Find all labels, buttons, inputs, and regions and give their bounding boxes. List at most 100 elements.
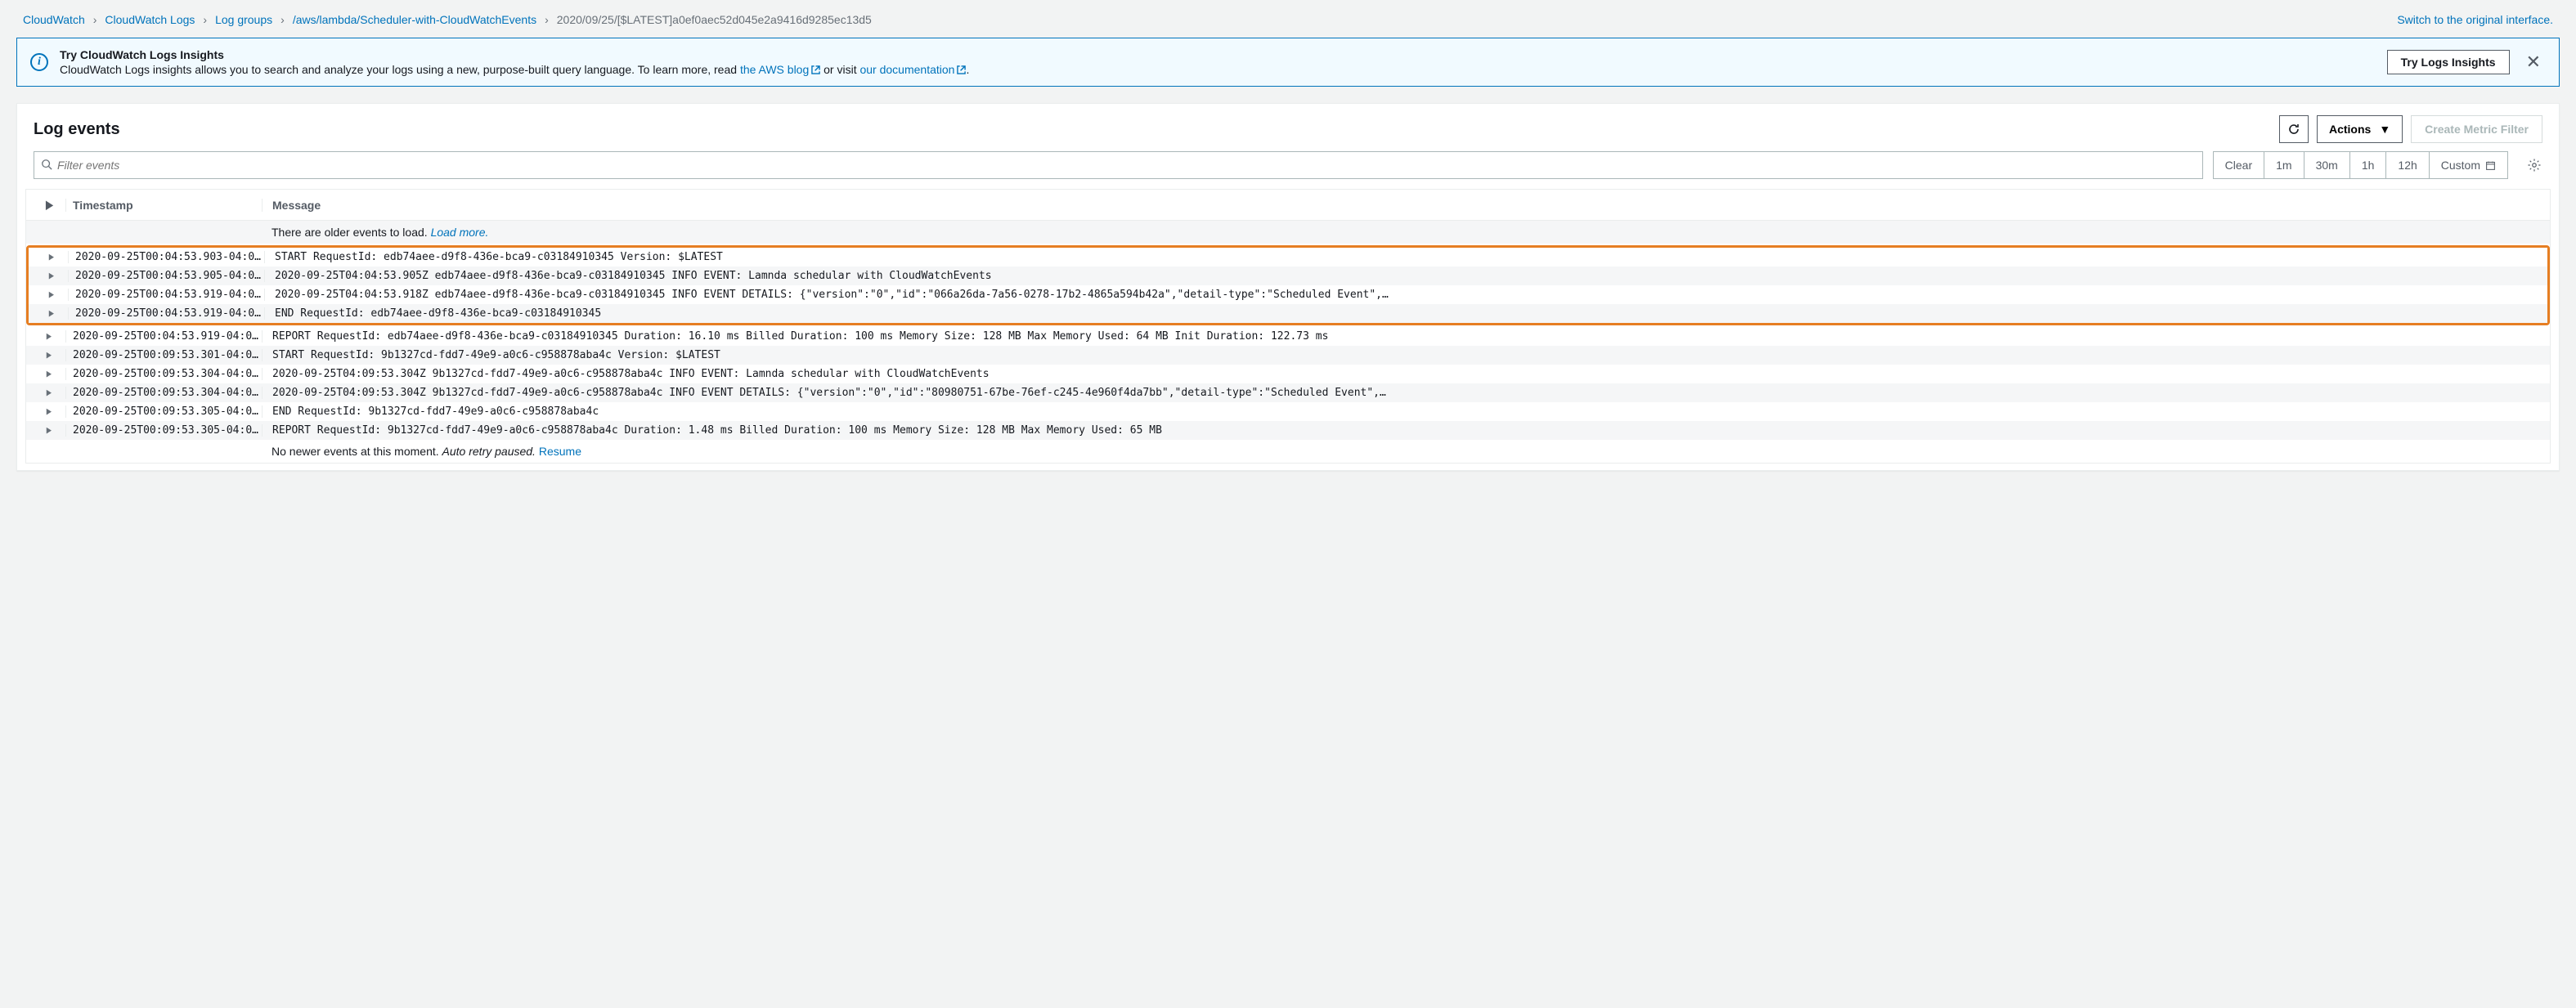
cell-timestamp: 2020-09-25T00:09:53.305-04:0… xyxy=(65,424,262,437)
caret-right-icon: ▶ xyxy=(47,424,52,437)
table-row: ▶ 2020-09-25T00:04:53.919-04:0… END Requ… xyxy=(29,304,2547,323)
expand-row[interactable]: ▶ xyxy=(33,387,65,399)
table-body: There are older events to load. Load mor… xyxy=(26,221,2550,463)
cell-timestamp: 2020-09-25T00:09:53.304-04:0… xyxy=(65,368,262,380)
load-more-link[interactable]: Load more. xyxy=(431,226,489,239)
info-icon: i xyxy=(30,53,48,71)
cell-message: 2020-09-25T04:09:53.304Z 9b1327cd-fdd7-4… xyxy=(262,368,2543,380)
newer-events-row: No newer events at this moment. Auto ret… xyxy=(26,440,2550,463)
expand-row[interactable]: ▶ xyxy=(35,289,68,301)
search-icon xyxy=(41,159,52,172)
log-events-panel: Log events Actions ▼ Create Metric Filte… xyxy=(16,103,2560,471)
close-banner-button[interactable]: ✕ xyxy=(2521,52,2546,73)
banner-text: Try CloudWatch Logs Insights CloudWatch … xyxy=(60,48,2376,76)
cell-timestamp: 2020-09-25T00:04:53.905-04:0… xyxy=(68,270,264,282)
caret-right-icon: ▶ xyxy=(49,289,54,301)
topbar: CloudWatch › CloudWatch Logs › Log group… xyxy=(16,13,2560,26)
actions-dropdown[interactable]: Actions ▼ xyxy=(2317,115,2403,143)
filter-events-input[interactable] xyxy=(52,154,2196,177)
banner-title: Try CloudWatch Logs Insights xyxy=(60,48,2376,61)
cell-message: START RequestId: 9b1327cd-fdd7-49e9-a0c6… xyxy=(262,349,2543,361)
cell-message: REPORT RequestId: 9b1327cd-fdd7-49e9-a0c… xyxy=(262,424,2543,437)
expand-row[interactable]: ▶ xyxy=(35,270,68,282)
table-row: ▶ 2020-09-25T00:04:53.919-04:0… 2020-09-… xyxy=(29,285,2547,304)
expand-row[interactable]: ▶ xyxy=(33,349,65,361)
expand-row[interactable]: ▶ xyxy=(33,368,65,380)
caret-right-icon: ▶ xyxy=(47,387,52,399)
documentation-link[interactable]: our documentation xyxy=(859,63,966,76)
range-custom[interactable]: Custom xyxy=(2430,152,2507,178)
older-events-text: There are older events to load. xyxy=(272,226,431,239)
chevron-down-icon: ▼ xyxy=(2379,123,2390,136)
older-events-row: There are older events to load. Load mor… xyxy=(26,221,2550,244)
chevron-right-icon: › xyxy=(93,13,97,26)
caret-right-icon: ▶ xyxy=(46,198,53,212)
caret-right-icon: ▶ xyxy=(47,405,52,418)
resume-link[interactable]: Resume xyxy=(539,445,581,458)
auto-retry-text: Auto retry paused. xyxy=(442,445,539,458)
breadcrumb-current: 2020/09/25/[$LATEST]a0ef0aec52d045e2a941… xyxy=(557,13,872,26)
table-row: ▶ 2020-09-25T00:09:53.305-04:0… REPORT R… xyxy=(26,421,2550,440)
caret-right-icon: ▶ xyxy=(47,330,52,343)
caret-right-icon: ▶ xyxy=(49,307,54,320)
breadcrumb-cloudwatch[interactable]: CloudWatch xyxy=(23,13,85,26)
table-row: ▶ 2020-09-25T00:09:53.301-04:0… START Re… xyxy=(26,346,2550,365)
cell-timestamp: 2020-09-25T00:09:53.305-04:0… xyxy=(65,405,262,418)
panel-actions: Actions ▼ Create Metric Filter xyxy=(2279,115,2542,143)
cell-message: REPORT RequestId: edb74aee-d9f8-436e-bca… xyxy=(262,330,2543,343)
breadcrumb-cloudwatch-logs[interactable]: CloudWatch Logs xyxy=(105,13,195,26)
panel-header: Log events Actions ▼ Create Metric Filte… xyxy=(17,104,2559,151)
chevron-right-icon: › xyxy=(545,13,549,26)
expand-row[interactable]: ▶ xyxy=(33,424,65,437)
table-header: ▶ Timestamp Message xyxy=(26,190,2550,221)
breadcrumb-log-groups[interactable]: Log groups xyxy=(215,13,272,26)
try-logs-insights-button[interactable]: Try Logs Insights xyxy=(2387,50,2510,74)
cell-timestamp: 2020-09-25T00:04:53.919-04:0… xyxy=(68,289,264,301)
expand-row[interactable]: ▶ xyxy=(35,251,68,263)
range-30m[interactable]: 30m xyxy=(2304,152,2350,178)
breadcrumb-log-group-name[interactable]: /aws/lambda/Scheduler-with-CloudWatchEve… xyxy=(293,13,536,26)
caret-right-icon: ▶ xyxy=(49,251,54,263)
expand-row[interactable]: ▶ xyxy=(33,330,65,343)
cell-message: START RequestId: edb74aee-d9f8-436e-bca9… xyxy=(264,251,2541,263)
clear-button[interactable]: Clear xyxy=(2214,152,2264,178)
cell-message: END RequestId: 9b1327cd-fdd7-49e9-a0c6-c… xyxy=(262,405,2543,418)
range-1m[interactable]: 1m xyxy=(2264,152,2304,178)
range-12h[interactable]: 12h xyxy=(2386,152,2429,178)
external-link-icon xyxy=(957,64,966,73)
table-row: ▶ 2020-09-25T00:09:53.304-04:0… 2020-09-… xyxy=(26,383,2550,402)
cell-message: END RequestId: edb74aee-d9f8-436e-bca9-c… xyxy=(264,307,2541,320)
newer-events-text: No newer events at this moment. xyxy=(272,445,442,458)
expand-row[interactable]: ▶ xyxy=(33,405,65,418)
cell-message: 2020-09-25T04:04:53.918Z edb74aee-d9f8-4… xyxy=(264,289,2541,301)
chevron-right-icon: › xyxy=(203,13,207,26)
gear-icon xyxy=(2527,158,2542,172)
highlighted-rows: ▶ 2020-09-25T00:04:53.903-04:0… START Re… xyxy=(26,245,2550,325)
caret-right-icon: ▶ xyxy=(47,368,52,380)
header-message[interactable]: Message xyxy=(262,199,2543,212)
panel-title: Log events xyxy=(34,120,120,139)
search-row: Clear 1m 30m 1h 12h Custom xyxy=(17,151,2559,189)
cell-timestamp: 2020-09-25T00:09:53.304-04:0… xyxy=(65,387,262,399)
caret-right-icon: ▶ xyxy=(47,349,52,361)
expand-row[interactable]: ▶ xyxy=(35,307,68,320)
switch-interface-link[interactable]: Switch to the original interface. xyxy=(2397,13,2553,26)
range-1h[interactable]: 1h xyxy=(2350,152,2387,178)
refresh-button[interactable] xyxy=(2279,115,2309,143)
breadcrumb: CloudWatch › CloudWatch Logs › Log group… xyxy=(23,13,872,26)
search-box[interactable] xyxy=(34,151,2203,179)
header-timestamp[interactable]: Timestamp xyxy=(65,199,262,212)
actions-label: Actions xyxy=(2329,123,2371,136)
expand-all-toggle[interactable]: ▶ xyxy=(33,198,65,212)
cell-timestamp: 2020-09-25T00:04:53.919-04:0… xyxy=(65,330,262,343)
banner-subtitle: CloudWatch Logs insights allows you to s… xyxy=(60,63,2376,76)
settings-button[interactable] xyxy=(2526,157,2542,173)
create-metric-filter-button[interactable]: Create Metric Filter xyxy=(2411,115,2542,143)
cell-timestamp: 2020-09-25T00:09:53.301-04:0… xyxy=(65,349,262,361)
table-row: ▶ 2020-09-25T00:09:53.305-04:0… END Requ… xyxy=(26,402,2550,421)
log-table: ▶ Timestamp Message There are older even… xyxy=(25,189,2551,464)
banner-sub-pre: CloudWatch Logs insights allows you to s… xyxy=(60,63,740,76)
close-icon: ✕ xyxy=(2526,52,2541,72)
table-row: ▶ 2020-09-25T00:04:53.919-04:0… REPORT R… xyxy=(26,327,2550,346)
aws-blog-link[interactable]: the AWS blog xyxy=(740,63,820,76)
